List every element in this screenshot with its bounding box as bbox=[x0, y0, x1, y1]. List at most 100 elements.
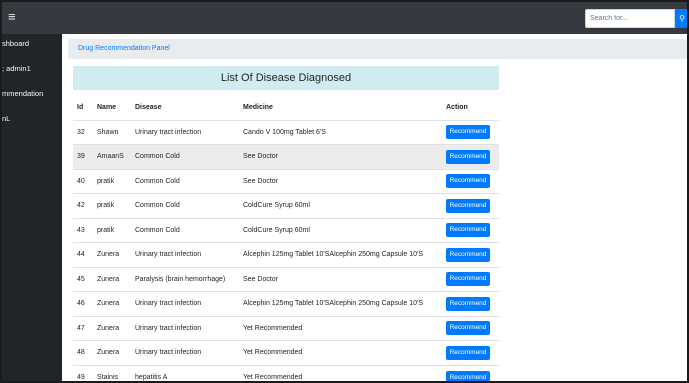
header-name: Name bbox=[93, 96, 131, 121]
cell-name: Zunera bbox=[93, 315, 131, 341]
table-row: 49 Stainis hepatitis A Yet Recommended R… bbox=[73, 364, 499, 381]
recommend-button[interactable]: Recommend bbox=[446, 174, 490, 189]
cell-disease: Urinary tract infection bbox=[131, 291, 239, 316]
cell-action: Recommend bbox=[442, 217, 499, 243]
cell-disease: Common Cold bbox=[131, 168, 239, 194]
main-content: Drug Recommendation Panel List Of Diseas… bbox=[62, 34, 687, 381]
header-id: Id bbox=[73, 96, 93, 121]
panel-title-bar: List Of Disease Diagnosed bbox=[73, 66, 499, 90]
cell-id: 43 bbox=[73, 217, 93, 243]
cell-action: Recommend bbox=[442, 291, 499, 316]
table-row: 46 Zunera Urinary tract infection Alceph… bbox=[73, 291, 499, 316]
cell-medicine: ColdCure Syrup 60ml bbox=[239, 193, 442, 218]
recommend-button[interactable]: Recommend bbox=[446, 272, 490, 287]
sidebar-item-label: shboard bbox=[2, 39, 30, 48]
recommend-button[interactable]: Recommend bbox=[446, 223, 490, 238]
table-row: 40 pratik Common Cold See Doctor Recomme… bbox=[73, 168, 499, 194]
recommend-button[interactable]: Recommend bbox=[446, 296, 490, 311]
cell-medicine: Cando V 100mg Tablet 6'S bbox=[239, 119, 442, 145]
cell-action: Recommend bbox=[442, 315, 499, 341]
cell-medicine: See Doctor bbox=[239, 168, 442, 194]
cell-id: 45 bbox=[73, 266, 93, 292]
sidebar-item-admin[interactable]: ; admin1 bbox=[2, 64, 31, 74]
table-row: 48 Zunera Urinary tract infection Yet Re… bbox=[73, 340, 499, 365]
cell-disease: Urinary tract infection bbox=[131, 340, 239, 365]
cell-action: Recommend bbox=[442, 168, 499, 194]
cell-id: 39 bbox=[73, 144, 93, 169]
cell-disease: Common Cold bbox=[131, 217, 239, 243]
sidebar-item-recommendation[interactable]: mmendation bbox=[2, 89, 43, 99]
cell-action: Recommend bbox=[442, 119, 499, 145]
recommend-button[interactable]: Recommend bbox=[446, 321, 490, 336]
cell-name: Stainis bbox=[93, 364, 131, 381]
breadcrumb: Drug Recommendation Panel bbox=[68, 39, 687, 59]
cell-medicine: Yet Recommended bbox=[239, 340, 442, 365]
table-row: 39 AmaanS Common Cold See Doctor Recomme… bbox=[73, 144, 499, 169]
sidebar-item-label: nL bbox=[2, 114, 11, 123]
cell-disease: Paralysis (brain hemorrhage) bbox=[131, 266, 239, 292]
cell-disease: Common Cold bbox=[131, 144, 239, 169]
cell-action: Recommend bbox=[442, 266, 499, 292]
sidebar-item-other[interactable]: nL bbox=[2, 114, 10, 124]
cell-name: Zunera bbox=[93, 291, 131, 316]
table-header-row: Id Name Disease Medicine Action bbox=[73, 96, 499, 121]
breadcrumb-item-current[interactable]: Drug Recommendation Panel bbox=[78, 45, 170, 52]
recommend-button[interactable]: Recommend bbox=[446, 149, 490, 164]
cell-name: Shawn bbox=[93, 119, 131, 145]
search-icon: ⚲ bbox=[679, 14, 685, 23]
cell-id: 46 bbox=[73, 291, 93, 316]
cell-action: Recommend bbox=[442, 340, 499, 365]
recommend-button[interactable]: Recommend bbox=[446, 370, 490, 381]
cell-name: AmaanS bbox=[93, 144, 131, 169]
cell-name: pratik bbox=[93, 193, 131, 218]
cell-medicine: Yet Recommended bbox=[239, 364, 442, 381]
table-row: 42 pratik Common Cold ColdCure Syrup 60m… bbox=[73, 193, 499, 218]
cell-id: 48 bbox=[73, 340, 93, 365]
sidebar: shboard ; admin1 mmendation nL bbox=[2, 34, 62, 381]
cell-id: 49 bbox=[73, 364, 93, 381]
table-body: 32 Shawn Urinary tract infection Cando V… bbox=[73, 119, 499, 381]
cell-action: Recommend bbox=[442, 242, 499, 267]
cell-disease: Urinary tract infection bbox=[131, 242, 239, 267]
table-row: 45 Zunera Paralysis (brain hemorrhage) S… bbox=[73, 266, 499, 292]
cell-disease: hepatitis A bbox=[131, 364, 239, 381]
sidebar-item-dashboard[interactable]: shboard bbox=[2, 39, 29, 49]
sidebar-item-label: ; admin1 bbox=[2, 64, 31, 73]
search-button[interactable]: ⚲ bbox=[675, 9, 687, 28]
cell-name: Zunera bbox=[93, 242, 131, 267]
cell-medicine: See Doctor bbox=[239, 266, 442, 292]
cell-name: pratik bbox=[93, 217, 131, 243]
cell-disease: Urinary tract infection bbox=[131, 315, 239, 341]
recommend-button[interactable]: Recommend bbox=[446, 247, 490, 262]
cell-action: Recommend bbox=[442, 144, 499, 169]
cell-name: pratik bbox=[93, 168, 131, 194]
table-row: 47 Zunera Urinary tract infection Yet Re… bbox=[73, 315, 499, 341]
cell-id: 47 bbox=[73, 315, 93, 341]
cell-id: 32 bbox=[73, 119, 93, 145]
header-medicine: Medicine bbox=[239, 96, 442, 121]
hamburger-icon[interactable]: ≡ bbox=[8, 10, 16, 24]
cell-action: Recommend bbox=[442, 364, 499, 381]
recommend-button[interactable]: Recommend bbox=[446, 125, 490, 140]
cell-id: 40 bbox=[73, 168, 93, 194]
cell-id: 44 bbox=[73, 242, 93, 267]
cell-medicine: See Doctor bbox=[239, 144, 442, 169]
cell-medicine: Alcephin 125mg Tablet 10'SAlcephin 250mg… bbox=[239, 291, 442, 316]
header-action: Action bbox=[442, 96, 499, 121]
sidebar-item-label: mmendation bbox=[2, 89, 44, 98]
disease-table: Id Name Disease Medicine Action 32 Shawn… bbox=[73, 96, 499, 381]
table-row: 44 Zunera Urinary tract infection Alceph… bbox=[73, 242, 499, 267]
cell-medicine: Yet Recommended bbox=[239, 315, 442, 341]
cell-id: 42 bbox=[73, 193, 93, 218]
panel-title: List Of Disease Diagnosed bbox=[220, 72, 352, 84]
cell-medicine: ColdCure Syrup 60ml bbox=[239, 217, 442, 243]
recommend-button[interactable]: Recommend bbox=[446, 345, 490, 360]
header-disease: Disease bbox=[131, 96, 239, 121]
app-frame: ≡ ⚲ shboard ; admin1 mmendation nL Drug … bbox=[0, 0, 689, 383]
search-input[interactable] bbox=[585, 9, 675, 28]
cell-name: Zunera bbox=[93, 340, 131, 365]
cell-disease: Common Cold bbox=[131, 193, 239, 218]
recommend-button[interactable]: Recommend bbox=[446, 198, 490, 213]
cell-disease: Urinary tract infection bbox=[131, 119, 239, 145]
cell-action: Recommend bbox=[442, 193, 499, 218]
